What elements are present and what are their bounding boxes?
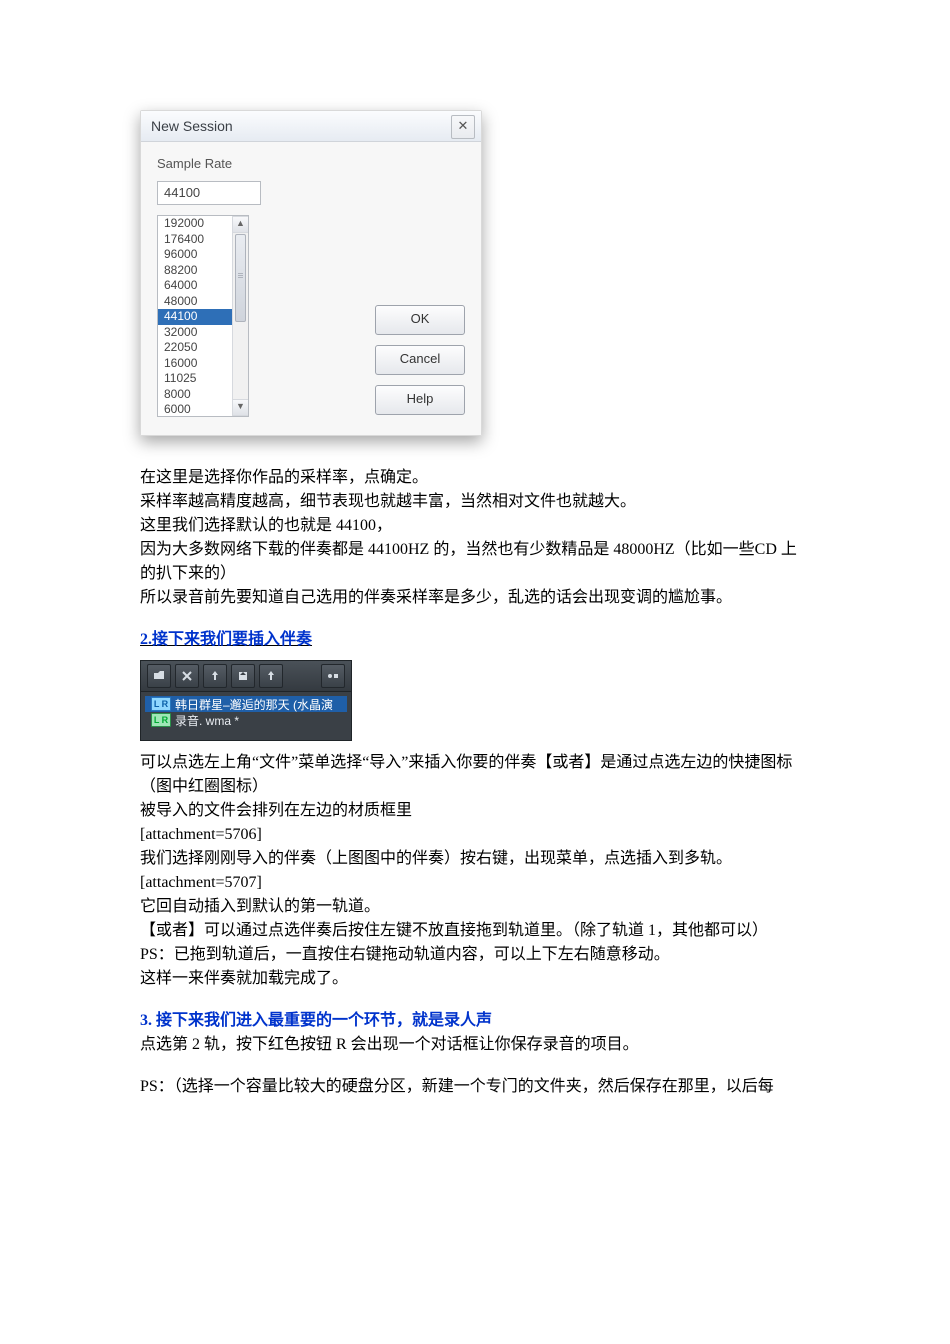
scrollbar-thumb[interactable]	[235, 234, 246, 322]
scroll-down-icon[interactable]: ▼	[233, 399, 248, 416]
files-panel: L R 韩日群星–邂逅的那天 (水晶演 L R 录音. wma *	[140, 660, 352, 741]
close-icon[interactable]: ✕	[451, 115, 475, 139]
new-session-dialog: New Session ✕ Sample Rate 44100 19200017…	[140, 110, 482, 436]
scrollbar[interactable]: ▲ ▼	[232, 216, 248, 416]
sample-rate-listbox[interactable]: 1920001764009600088200640004800044100320…	[157, 215, 249, 417]
body-text: 采样率越高精度越高，细节表现也就越丰富，当然相对文件也就越大。	[140, 490, 810, 514]
file-row-selected[interactable]: L R 韩日群星–邂逅的那天 (水晶演	[145, 696, 347, 712]
sample-rate-group: Sample Rate 44100 1920001764009600088200…	[157, 156, 257, 417]
body-text: PS：（选择一个容量比较大的硬盘分区，新建一个专门的文件夹，然后保存在那里，以后…	[140, 1075, 810, 1099]
body-text: 点选第 2 轨，按下红色按钮 R 会出现一个对话框让你保存录音的项目。	[140, 1033, 810, 1057]
sample-rate-label: Sample Rate	[157, 156, 257, 171]
files-toolbar	[141, 661, 351, 692]
body-text: 被导入的文件会排列在左边的材质框里	[140, 799, 810, 823]
ok-button[interactable]: OK	[375, 305, 465, 335]
close-file-icon[interactable]	[175, 664, 199, 688]
dialog-title: New Session	[151, 118, 233, 134]
file-row[interactable]: L R 录音. wma *	[145, 712, 347, 728]
multitrack-icon: L R	[151, 697, 171, 711]
body-text: 所以录音前先要知道自己选用的伴奏采样率是多少，乱选的话会出现变调的尴尬事。	[140, 586, 810, 610]
file-name: 韩日群星–邂逅的那天 (水晶演	[175, 696, 333, 712]
cancel-button[interactable]: Cancel	[375, 345, 465, 375]
scroll-up-icon[interactable]: ▲	[233, 216, 248, 233]
body-text: 因为大多数网络下载的伴奏都是 44100HZ 的，当然也有少数精品是 48000…	[140, 538, 810, 586]
section-heading-3: 3. 接下来我们进入最重要的一个环节，就是录人声	[140, 1012, 492, 1029]
body-text: 可以点选左上角“文件”菜单选择“导入”来插入你要的伴奏【或者】是通过点选左边的快…	[140, 751, 810, 799]
body-text: 这里我们选择默认的也就是 44100，	[140, 514, 810, 538]
file-name: 录音. wma *	[175, 712, 239, 728]
help-button[interactable]: Help	[375, 385, 465, 415]
panel-options-icon[interactable]	[321, 664, 345, 688]
sample-rate-input[interactable]: 44100	[157, 181, 261, 205]
body-text: 在这里是选择你作品的采样率，点确定。	[140, 466, 810, 490]
import-file-icon[interactable]	[147, 664, 171, 688]
section-heading-2: 2.接下来我们要插入伴奏	[140, 631, 312, 648]
edit-file-icon[interactable]	[259, 664, 283, 688]
attachment-ref: [attachment=5706]	[140, 823, 810, 847]
body-text: PS：已拖到轨道后，一直按住右键拖动轨道内容，可以上下左右随意移动。	[140, 943, 810, 967]
body-text: 它回自动插入到默认的第一轨道。	[140, 895, 810, 919]
dialog-titlebar[interactable]: New Session ✕	[141, 111, 481, 142]
body-text: 这样一来伴奏就加载完成了。	[140, 967, 810, 991]
attachment-ref: [attachment=5707]	[140, 871, 810, 895]
multitrack-icon: L R	[151, 713, 171, 727]
body-text: 【或者】可以通过点选伴奏后按住左键不放直接拖到轨道里。（除了轨道 1，其他都可以…	[140, 919, 810, 943]
insert-cd-icon[interactable]	[231, 664, 255, 688]
body-text: 我们选择刚刚导入的伴奏（上图图中的伴奏）按右键，出现菜单，点选插入到多轨。	[140, 847, 810, 871]
insert-multitrack-icon[interactable]	[203, 664, 227, 688]
